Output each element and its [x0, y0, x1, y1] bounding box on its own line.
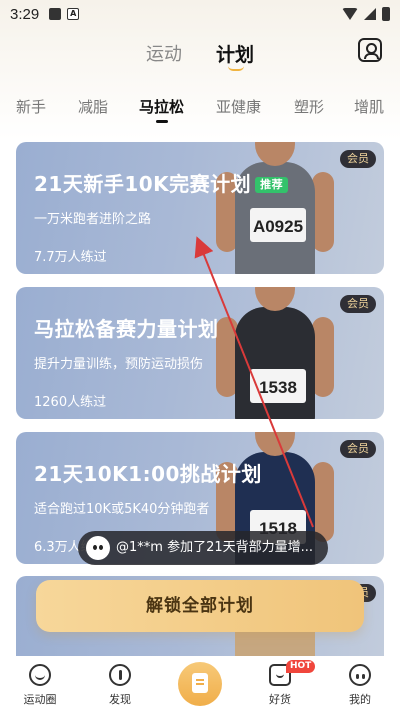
plan-title: 21天新手10K完赛计划 推荐: [34, 168, 289, 197]
battery-icon: [382, 7, 390, 21]
active-tab-indicator: [228, 66, 244, 71]
profile-card-icon[interactable]: [358, 38, 382, 62]
plan-subtitle: 一万米跑者进阶之路: [34, 212, 152, 227]
category-muscle-gain[interactable]: 增肌: [354, 96, 384, 117]
race-bib: 1538: [250, 369, 306, 403]
race-bib: A0925: [250, 208, 306, 242]
plan-card[interactable]: 1538 会员 马拉松备赛力量计划 提升力量训练，预防运动损伤 1260人练过: [16, 287, 384, 419]
category-active-underline: [156, 120, 168, 123]
status-bar: 3:29 A: [0, 0, 400, 28]
member-badge: 会员: [340, 150, 376, 168]
nav-plan-center-button[interactable]: [178, 662, 222, 706]
category-beginner[interactable]: 新手: [16, 96, 46, 117]
nav-label: 我的: [349, 693, 371, 706]
plan-title-text: 21天新手10K完赛计划: [34, 172, 252, 196]
nav-label: 运动圈: [23, 693, 57, 706]
nav-discover[interactable]: 发现: [90, 664, 150, 707]
hot-badge: HOT: [286, 660, 316, 673]
category-tabs: 新手 减脂 马拉松 亚健康 塑形 增肌: [0, 96, 400, 126]
plan-title: 马拉松备赛力量计划: [34, 317, 219, 341]
nav-goods[interactable]: HOT 好货: [250, 660, 316, 707]
gallery-notification-icon: [49, 8, 62, 20]
plan-subtitle: 提升力量训练，预防运动损伤: [34, 357, 204, 372]
tab-sport[interactable]: 运动: [146, 40, 182, 66]
plan-clipboard-icon: [192, 673, 208, 693]
runner-image: 1538: [200, 287, 350, 419]
category-fat-loss[interactable]: 减脂: [78, 96, 108, 117]
plan-participant-count: 1260人练过: [34, 395, 107, 410]
plan-card[interactable]: A0925 会员 21天新手10K完赛计划 推荐 一万米跑者进阶之路 7.7万人练…: [16, 142, 384, 274]
compass-icon: [109, 664, 131, 686]
category-shaping[interactable]: 塑形: [294, 96, 324, 117]
activity-toast: @1**m 参加了21天背部力量增...: [78, 531, 328, 565]
user-avatar-icon: [86, 536, 110, 560]
nav-me[interactable]: 我的: [330, 664, 390, 707]
profile-icon: [349, 664, 371, 686]
recommend-badge: 推荐: [255, 177, 289, 193]
category-marathon[interactable]: 马拉松: [139, 96, 184, 117]
app-notification-icon: A: [67, 8, 80, 20]
tab-plan[interactable]: 计划: [216, 40, 254, 67]
member-badge: 会员: [340, 440, 376, 458]
nav-community[interactable]: 运动圈: [10, 664, 70, 707]
plan-participant-count: 7.7万人练过: [34, 250, 107, 265]
runner-image: A0925: [200, 142, 350, 274]
wifi-icon: [342, 8, 358, 20]
member-badge: 会员: [340, 295, 376, 313]
plan-subtitle: 适合跑过10K或5K40分钟跑者: [34, 502, 210, 517]
signal-icon: [364, 8, 376, 20]
plan-title: 21天10K1:00挑战计划: [34, 462, 262, 486]
community-icon: [29, 664, 51, 686]
status-time: 3:29: [10, 5, 40, 23]
category-sub-health[interactable]: 亚健康: [216, 96, 261, 117]
nav-label: 发现: [109, 693, 131, 706]
unlock-all-plans-button[interactable]: 解锁全部计划: [36, 580, 364, 632]
toast-text: @1**m 参加了21天背部力量增...: [116, 540, 314, 555]
header: 运动 计划: [0, 36, 400, 76]
nav-label: 好货: [269, 693, 291, 706]
